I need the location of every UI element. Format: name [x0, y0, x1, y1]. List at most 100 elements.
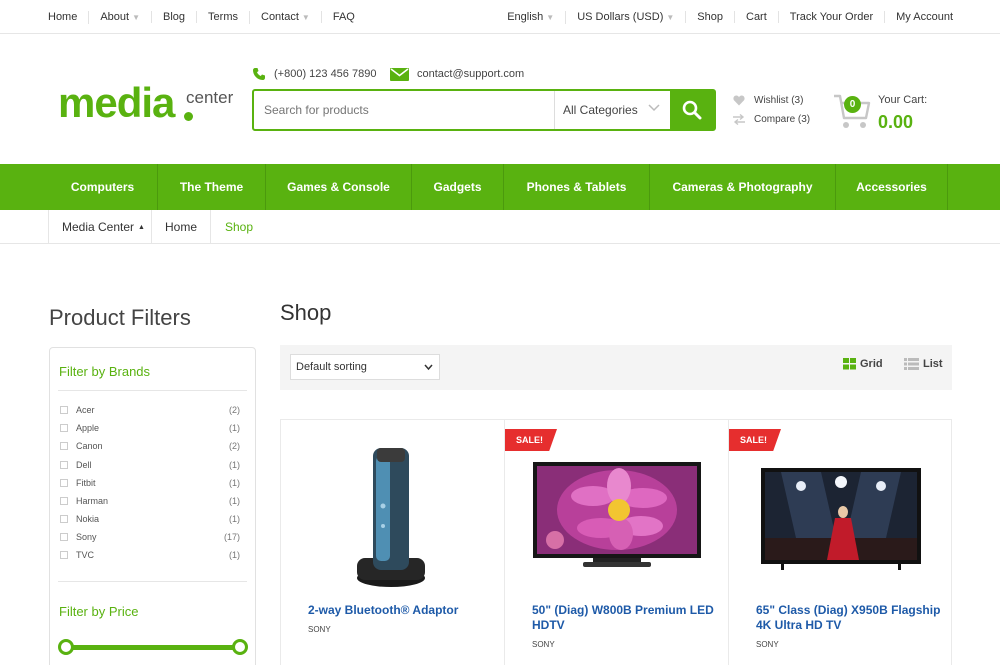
breadcrumb-divider	[151, 210, 152, 244]
brand-name: Nokia	[76, 514, 100, 524]
brand-count: (1)	[229, 550, 240, 560]
checkbox[interactable]	[60, 551, 68, 559]
grid-view-label: Grid	[860, 358, 883, 370]
nav-item-phones-tablets[interactable]: Phones & Tablets	[504, 164, 650, 210]
brand-filter-item[interactable]: Dell (1)	[60, 460, 240, 472]
top-link-faq[interactable]: FAQ	[320, 11, 366, 23]
checkbox[interactable]	[60, 515, 68, 523]
cart-widget[interactable]: 0 Your Cart: 0.00	[832, 92, 927, 137]
top-link-track-order[interactable]: Track Your Order	[777, 11, 884, 23]
chevron-down-icon: ▼	[132, 12, 141, 22]
brand-name: Dell	[76, 460, 92, 470]
top-link-my-account[interactable]: My Account	[884, 11, 964, 23]
checkbox[interactable]	[60, 442, 68, 450]
brand-filter-item[interactable]: Fitbit (1)	[60, 478, 240, 490]
product-title[interactable]: 2-way Bluetooth® Adaptor	[308, 603, 498, 618]
checkbox[interactable]	[60, 497, 68, 505]
brand-name: Apple	[76, 423, 100, 433]
nav-item-accessories[interactable]: Accessories	[836, 164, 948, 210]
compare-icon	[733, 114, 745, 125]
checkbox[interactable]	[60, 406, 68, 414]
price-max-handle[interactable]	[232, 639, 248, 655]
grid-icon	[843, 358, 856, 370]
top-link-blog[interactable]: Blog	[151, 11, 196, 23]
checkbox[interactable]	[60, 479, 68, 487]
breadcrumb-home[interactable]: Home	[165, 210, 197, 244]
top-link-about-label: About	[100, 10, 130, 23]
site-logo[interactable]: media center	[58, 82, 233, 124]
top-link-about[interactable]: About ▼	[88, 10, 151, 24]
brand-count: (1)	[229, 423, 240, 433]
product-card[interactable]: SALE! 65" Class (Diag) X950B Flagship 4K…	[729, 420, 953, 665]
compare-link[interactable]: Compare (3)	[733, 114, 810, 125]
grid-view-button[interactable]: Grid	[843, 358, 883, 370]
compare-label: Compare (3)	[754, 114, 811, 125]
checkbox[interactable]	[60, 533, 68, 541]
product-image[interactable]	[533, 462, 701, 574]
product-image[interactable]	[351, 446, 431, 591]
nav-item-computers[interactable]: Computers	[48, 164, 158, 210]
shop-toolbar: Default sorting Grid List	[280, 345, 952, 390]
product-title[interactable]: 50" (Diag) W800B Premium LED HDTV	[532, 603, 722, 633]
top-link-terms[interactable]: Terms	[196, 11, 249, 23]
chevron-down-icon: ▼	[301, 12, 310, 22]
price-range-slider[interactable]	[64, 645, 242, 650]
product-title[interactable]: 65" Class (Diag) X950B Flagship 4K Ultra…	[756, 603, 946, 633]
brand-filter-item[interactable]: Harman (1)	[60, 496, 240, 508]
brand-filter-item[interactable]: Acer (2)	[60, 405, 240, 417]
search-input[interactable]	[254, 91, 554, 129]
brand-filter-item[interactable]: Nokia (1)	[60, 514, 240, 526]
envelope-icon	[390, 67, 409, 81]
phone-number: (+800) 123 456 7890	[274, 68, 377, 80]
top-link-home[interactable]: Home	[37, 11, 88, 23]
brand-name: Fitbit	[76, 478, 96, 488]
divider	[58, 581, 247, 582]
product-image[interactable]	[761, 468, 921, 570]
cart-count-badge: 0	[844, 96, 861, 113]
brand-filter-item[interactable]: TVC (1)	[60, 550, 240, 562]
brand-count: (1)	[229, 514, 240, 524]
nav-item-the-theme[interactable]: The Theme	[158, 164, 266, 210]
wishlist-link[interactable]: Wishlist (3)	[733, 95, 803, 106]
product-card[interactable]: SALE! 50" (Diag) W800B Premium LED HDTV …	[505, 420, 729, 665]
top-link-cart[interactable]: Cart	[734, 11, 778, 23]
price-min-handle[interactable]	[58, 639, 74, 655]
brand-name: TVC	[76, 550, 94, 560]
brand-filter-item[interactable]: Sony (17)	[60, 532, 240, 544]
search-icon	[682, 100, 702, 120]
breadcrumb-media-center[interactable]: Media Center ▲	[62, 210, 145, 244]
top-link-contact[interactable]: Contact ▼	[249, 10, 321, 24]
search-button[interactable]	[670, 91, 714, 129]
cart-label: Your Cart:	[878, 94, 928, 106]
brand-name: Sony	[76, 532, 97, 542]
phone-icon	[253, 68, 265, 80]
page-title: Shop	[280, 300, 332, 325]
checkbox[interactable]	[60, 424, 68, 432]
currency-label: US Dollars (USD)	[577, 10, 664, 23]
product-card[interactable]: 2-way Bluetooth® Adaptor SONY	[281, 420, 505, 665]
category-select[interactable]: All Categories	[554, 91, 670, 129]
brand-count: (1)	[229, 496, 240, 506]
heart-icon	[733, 95, 745, 106]
list-icon	[904, 358, 919, 370]
brand-filter-item[interactable]: Canon (2)	[60, 441, 240, 453]
brand-count: (2)	[229, 405, 240, 415]
top-nav-left: Home About ▼ Blog Terms Contact ▼ FAQ	[37, 0, 366, 34]
nav-item-games-console[interactable]: Games & Console	[266, 164, 412, 210]
top-link-shop[interactable]: Shop	[685, 11, 734, 23]
list-view-button[interactable]: List	[904, 358, 943, 370]
brand-filter-item[interactable]: Apple (1)	[60, 423, 240, 435]
email-address[interactable]: contact@support.com	[417, 68, 524, 80]
logo-subtext: center	[186, 88, 234, 107]
nav-item-cameras-photography[interactable]: Cameras & Photography	[650, 164, 836, 210]
brand-count: (17)	[223, 532, 240, 542]
checkbox[interactable]	[60, 461, 68, 469]
nav-item-gadgets[interactable]: Gadgets	[412, 164, 504, 210]
email-contact: contact@support.com	[390, 65, 524, 83]
breadcrumb-divider	[210, 210, 211, 244]
brand-count: (1)	[229, 478, 240, 488]
sorting-select[interactable]: Default sorting	[290, 354, 440, 380]
language-select[interactable]: English ▼	[496, 11, 565, 24]
currency-select[interactable]: US Dollars (USD) ▼	[565, 10, 685, 24]
chevron-down-icon: ▼	[666, 12, 675, 22]
